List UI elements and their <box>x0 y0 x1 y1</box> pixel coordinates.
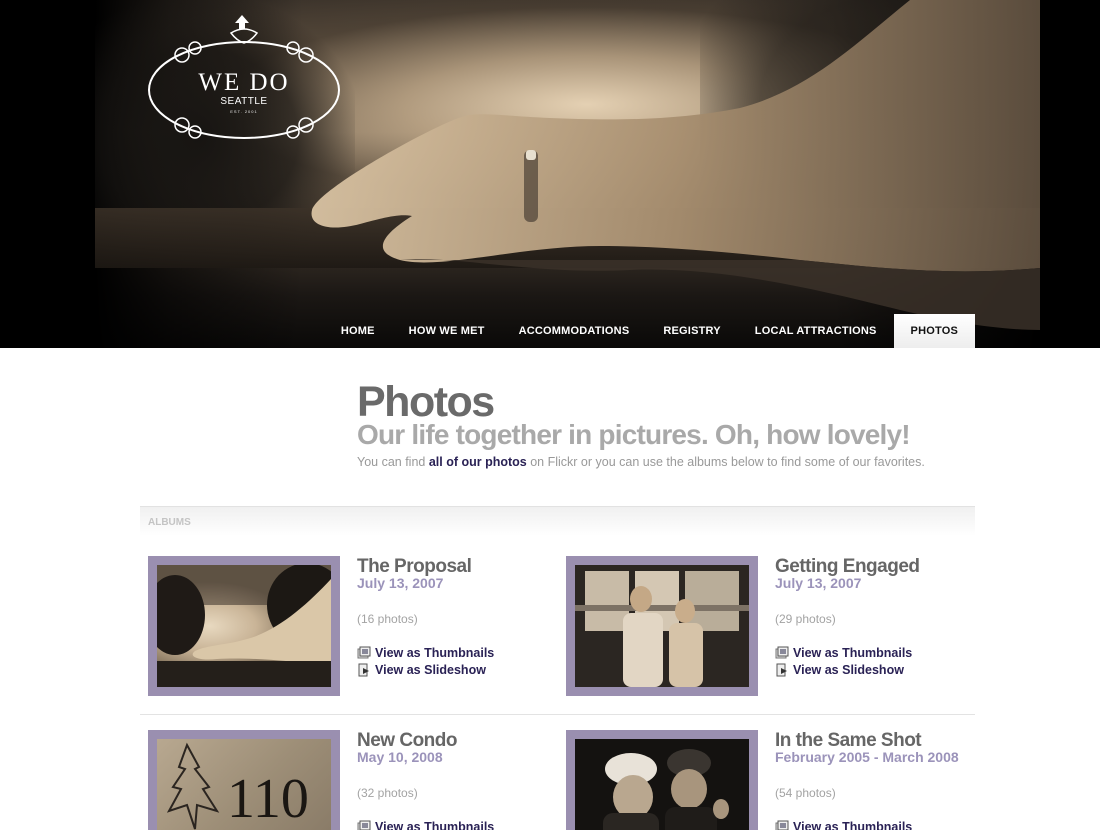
album-count: (32 photos) <box>357 786 418 800</box>
intro-text-before: You can find <box>357 455 429 469</box>
thumbnails-icon <box>775 820 789 830</box>
main-nav: HOME HOW WE MET ACCOMMODATIONS REGISTRY … <box>324 314 975 348</box>
album-photo-frame[interactable]: 110 <box>148 730 340 830</box>
nav-how-we-met[interactable]: HOW WE MET <box>392 314 502 348</box>
album-card: 110 New Condo May 10, 2008 (32 photos) V… <box>148 730 528 830</box>
nav-home[interactable]: HOME <box>324 314 392 348</box>
logo-subtitle: SEATTLE <box>220 96 268 107</box>
header-banner: WE DO SEATTLE EST. 2001 HOME HOW WE MET … <box>0 0 1100 348</box>
slideshow-icon <box>358 663 369 677</box>
view-thumbnails-label: View as Thumbnails <box>375 646 495 660</box>
hand-with-ring-photo <box>157 565 331 687</box>
album-date: July 13, 2007 <box>775 575 862 591</box>
view-slideshow-label: View as Slideshow <box>793 663 904 677</box>
album-row-divider <box>140 714 975 715</box>
hand-with-ring-image <box>311 0 1040 330</box>
site-logo[interactable]: WE DO SEATTLE EST. 2001 <box>147 15 341 145</box>
condo-sign-number: 110 <box>227 768 309 830</box>
thumbnails-icon <box>775 646 789 659</box>
album-photo-frame[interactable] <box>566 556 758 696</box>
view-thumbnails-link[interactable]: View as Thumbnails <box>357 645 494 661</box>
album-card: Getting Engaged July 13, 2007 (29 photos… <box>566 556 946 696</box>
logo-title: WE DO <box>198 69 290 96</box>
slideshow-icon <box>776 663 787 677</box>
logo-established: EST. 2001 <box>230 109 258 114</box>
album-count: (29 photos) <box>775 612 836 626</box>
album-date: July 13, 2007 <box>357 575 444 591</box>
album-photo-frame[interactable] <box>566 730 758 830</box>
album-card: The Proposal July 13, 2007 (16 photos) V… <box>148 556 528 696</box>
albums-section-header: ALBUMS <box>140 506 975 536</box>
view-slideshow-link[interactable]: View as Slideshow <box>775 662 904 678</box>
nav-accommodations[interactable]: ACCOMMODATIONS <box>502 314 647 348</box>
page-intro: You can find all of our photos on Flickr… <box>357 455 925 469</box>
album-photo-frame[interactable] <box>148 556 340 696</box>
same-shot-photo-art <box>603 749 729 830</box>
album-date: May 10, 2008 <box>357 749 443 765</box>
nav-registry[interactable]: REGISTRY <box>646 314 737 348</box>
album-count: (54 photos) <box>775 786 836 800</box>
view-thumbnails-label: View as Thumbnails <box>375 820 495 830</box>
view-thumbnails-link[interactable]: View as Thumbnails <box>775 819 912 830</box>
engaged-photo-art <box>575 571 749 687</box>
view-thumbnails-link[interactable]: View as Thumbnails <box>357 819 494 830</box>
albums-label: ALBUMS <box>148 517 191 528</box>
couple-at-window-photo <box>575 565 749 687</box>
view-thumbnails-label: View as Thumbnails <box>793 646 913 660</box>
view-thumbnails-link[interactable]: View as Thumbnails <box>775 645 912 661</box>
intro-text-after: on Flickr or you can use the albums belo… <box>526 455 925 469</box>
album-date: February 2005 - March 2008 <box>775 749 959 765</box>
nav-local-attractions[interactable]: LOCAL ATTRACTIONS <box>738 314 894 348</box>
all-photos-link[interactable]: all of our photos <box>429 455 527 469</box>
thumbnails-icon <box>357 820 371 830</box>
view-slideshow-link[interactable]: View as Slideshow <box>357 662 486 678</box>
page-tagline: Our life together in pictures. Oh, how l… <box>357 419 911 450</box>
nav-photos[interactable]: PHOTOS <box>893 314 975 348</box>
condo-photo-art: 110 <box>166 742 309 830</box>
album-count: (16 photos) <box>357 612 418 626</box>
view-thumbnails-label: View as Thumbnails <box>793 820 913 830</box>
two-people-winter-hats-photo <box>575 739 749 830</box>
view-slideshow-label: View as Slideshow <box>375 663 486 677</box>
door-number-110-photo: 110 <box>157 739 331 830</box>
album-card: In the Same Shot February 2005 - March 2… <box>566 730 959 830</box>
thumbnails-icon <box>357 646 371 659</box>
proposal-photo-art <box>157 565 331 687</box>
